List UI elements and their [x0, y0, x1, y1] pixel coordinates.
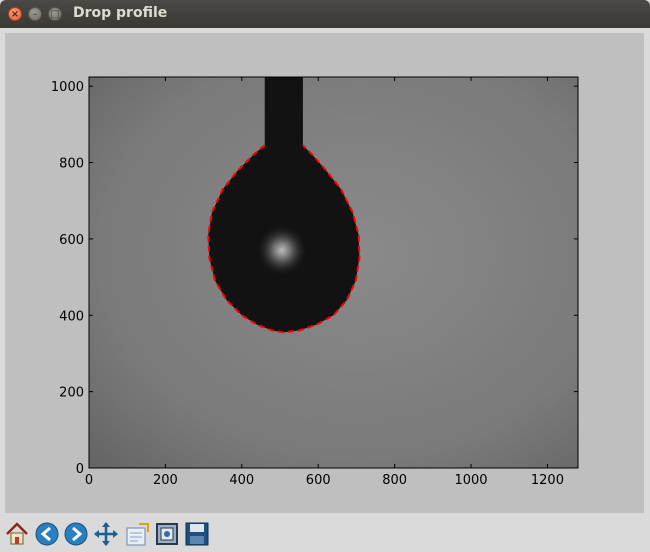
navigation-toolbar	[0, 517, 650, 552]
x-tick-label: 600	[306, 473, 331, 488]
drop-highlight	[255, 224, 308, 277]
maximize-window-button[interactable]: □	[48, 7, 62, 21]
x-tick-label: 400	[229, 473, 254, 488]
save-disk-icon	[185, 522, 209, 546]
y-tick-label: 600	[59, 233, 84, 248]
close-window-button[interactable]: ×	[8, 7, 22, 21]
y-tick-label: 0	[76, 462, 84, 477]
y-tick-label: 400	[59, 309, 84, 324]
zoom-rect-icon	[156, 523, 178, 545]
x-tick-label: 1000	[454, 473, 487, 488]
forward-arrow-icon	[64, 522, 88, 546]
window-titlebar: × – □ Drop profile	[0, 0, 650, 28]
back-arrow-icon	[35, 522, 59, 546]
figure-canvas[interactable]: 0 200 400 600 800 1000 1200 0 200 400 600 800 1000	[5, 33, 644, 513]
x-tick-label: 1200	[531, 473, 564, 488]
back-button[interactable]	[34, 521, 60, 547]
pan-move-icon	[94, 522, 118, 546]
zoom-rect-button[interactable]	[154, 521, 180, 547]
window-title: Drop profile	[73, 5, 168, 21]
pan-button[interactable]	[93, 521, 119, 547]
y-tick-label: 1000	[51, 80, 84, 95]
y-tick-label: 200	[59, 386, 84, 401]
x-tick-label: 0	[85, 473, 93, 488]
minimize-window-button[interactable]: –	[28, 7, 42, 21]
y-tick-label: 800	[59, 157, 84, 172]
plot-axes: 0 200 400 600 800 1000 1200 0 200 400 600 800 1000	[51, 76, 579, 488]
home-button[interactable]	[4, 521, 30, 547]
configure-subplots-button[interactable]	[124, 521, 150, 547]
x-tick-label: 800	[382, 473, 407, 488]
forward-button[interactable]	[63, 521, 89, 547]
configure-subplots-icon	[126, 523, 149, 546]
plot-svg: 0 200 400 600 800 1000 1200 0 200 400 600 800 1000	[51, 76, 579, 488]
save-button[interactable]	[184, 521, 210, 547]
home-icon	[6, 522, 28, 545]
x-tick-label: 200	[153, 473, 178, 488]
